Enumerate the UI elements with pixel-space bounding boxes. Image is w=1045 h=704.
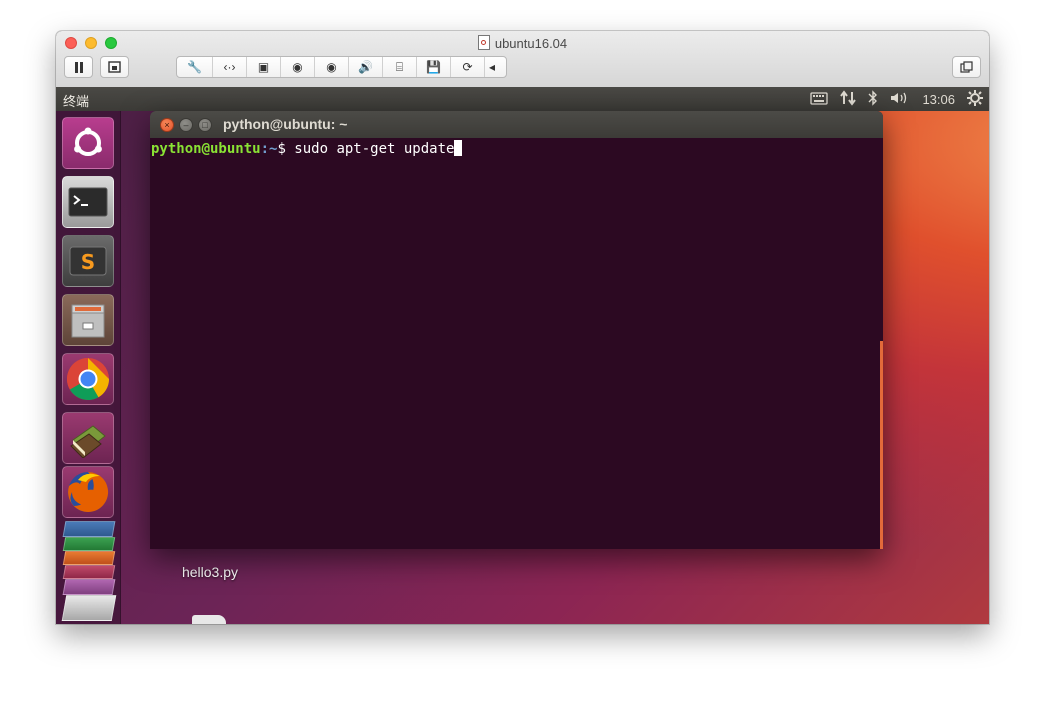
desktop-file-2-icon[interactable] bbox=[192, 615, 226, 624]
launcher-books[interactable] bbox=[62, 412, 114, 464]
terminal-body[interactable]: python@ubuntu:~$ sudo apt-get update bbox=[150, 138, 883, 549]
pause-button[interactable] bbox=[64, 56, 93, 78]
restore-window-button[interactable] bbox=[952, 56, 981, 78]
launcher-folded-settings-icon[interactable] bbox=[62, 579, 116, 595]
usb-icon[interactable]: ⌸ bbox=[383, 57, 417, 77]
snapshot-button[interactable] bbox=[100, 56, 129, 78]
bluetooth-icon[interactable] bbox=[868, 89, 878, 109]
gear-icon[interactable] bbox=[967, 89, 983, 109]
launcher-folded-calc-icon[interactable] bbox=[62, 537, 116, 551]
chrome-icon bbox=[66, 358, 109, 401]
terminal-command: sudo apt-get update bbox=[294, 141, 455, 157]
volume-icon[interactable] bbox=[890, 91, 910, 108]
vm-document-icon bbox=[477, 35, 490, 50]
launcher-folded-software-icon[interactable] bbox=[62, 565, 116, 579]
active-app-title: 终端 bbox=[63, 94, 90, 109]
hard-disk-icon[interactable]: ▣ bbox=[247, 57, 281, 77]
prompt-user: python@ubuntu bbox=[151, 141, 261, 157]
cd-drive-2-icon[interactable]: ◉ bbox=[315, 57, 349, 77]
vm-title: ubuntu16.04 bbox=[56, 35, 989, 51]
sync-icon[interactable]: ⟳ bbox=[451, 57, 485, 77]
ubuntu-desktop: 终端 13:06 S hello3.py × – □ python@ubuntu… bbox=[56, 87, 989, 624]
terminal-maximize-button[interactable]: □ bbox=[198, 118, 212, 132]
vm-title-text: ubuntu16.04 bbox=[494, 36, 568, 51]
firefox-icon bbox=[68, 471, 109, 512]
more-arrow-icon[interactable]: ◂ bbox=[485, 57, 499, 77]
text-cursor bbox=[454, 140, 463, 156]
keyboard-icon[interactable] bbox=[810, 91, 829, 108]
network-arrows-icon[interactable] bbox=[840, 89, 857, 109]
books-icon bbox=[70, 425, 106, 458]
snapshot-icon bbox=[107, 60, 121, 73]
cd-drive-icon[interactable]: ◉ bbox=[281, 57, 315, 77]
sound-icon[interactable]: 🔊 bbox=[349, 57, 383, 77]
pause-icon bbox=[74, 61, 83, 73]
terminal-icon bbox=[68, 187, 108, 217]
restore-window-icon bbox=[960, 61, 973, 73]
vm-device-toolbar: 🔧 ‹·› ▣ ◉ ◉ 🔊 ⌸ 💾 ⟳ ◂ bbox=[176, 56, 507, 78]
desktop-file-hello3[interactable]: hello3.py bbox=[174, 564, 246, 580]
terminal-close-button[interactable]: × bbox=[160, 118, 174, 132]
launcher-file-manager[interactable] bbox=[62, 294, 114, 346]
launcher-ubuntu-dash[interactable] bbox=[62, 117, 114, 169]
vm-titlebar: ubuntu16.04 🔧 ‹·› ▣ ◉ ◉ 🔊 ⌸ 💾 ⟳ ◂ bbox=[56, 31, 989, 88]
clock[interactable]: 13:06 bbox=[922, 92, 955, 107]
terminal-title: python@ubuntu: ~ bbox=[223, 116, 348, 132]
terminal-titlebar[interactable]: × – □ python@ubuntu: ~ bbox=[150, 111, 883, 138]
wrench-icon[interactable]: 🔧 bbox=[177, 57, 213, 77]
terminal-scrollbar[interactable] bbox=[880, 341, 883, 549]
launcher: S bbox=[56, 111, 121, 624]
launcher-folded-impress-icon[interactable] bbox=[62, 551, 116, 565]
terminal-window: × – □ python@ubuntu: ~ python@ubuntu:~$ … bbox=[150, 111, 883, 549]
launcher-sublime-text[interactable]: S bbox=[62, 235, 114, 287]
prompt-symbol: $ bbox=[277, 141, 295, 157]
network-icon[interactable]: ‹·› bbox=[213, 57, 247, 77]
top-panel: 终端 13:06 bbox=[56, 87, 989, 111]
sublime-text-icon: S bbox=[69, 246, 107, 276]
launcher-folded-drive-icon[interactable] bbox=[61, 595, 117, 621]
file-manager-icon bbox=[71, 304, 105, 338]
prompt-path: :~ bbox=[260, 141, 278, 157]
launcher-firefox[interactable] bbox=[62, 466, 114, 518]
vm-window: ubuntu16.04 🔧 ‹·› ▣ ◉ ◉ 🔊 ⌸ 💾 ⟳ ◂ 终端 13:… bbox=[56, 31, 989, 624]
svg-text:S: S bbox=[81, 250, 95, 274]
floppy-icon[interactable]: 💾 bbox=[417, 57, 451, 77]
launcher-chrome[interactable] bbox=[62, 353, 114, 405]
launcher-folded-writer-icon[interactable] bbox=[62, 521, 116, 537]
ubuntu-dash-icon bbox=[74, 127, 102, 156]
indicator-area: 13:06 bbox=[810, 87, 983, 111]
terminal-minimize-button[interactable]: – bbox=[179, 118, 193, 132]
launcher-terminal[interactable] bbox=[62, 176, 114, 228]
